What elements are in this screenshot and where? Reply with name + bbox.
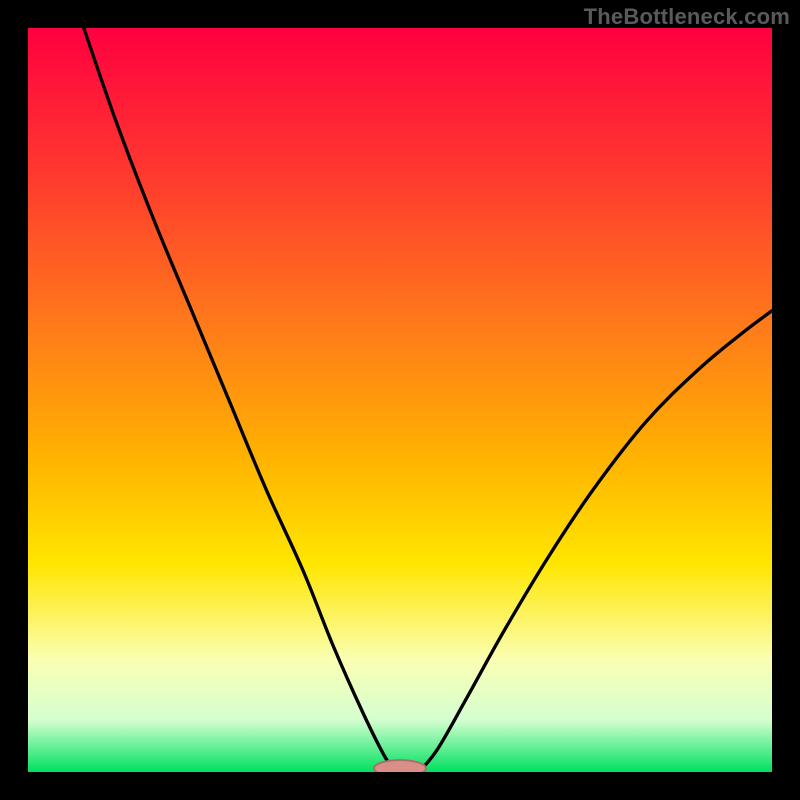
chart-svg	[28, 28, 772, 772]
chart-frame: TheBottleneck.com	[0, 0, 800, 800]
gradient-background	[28, 28, 772, 772]
watermark-text: TheBottleneck.com	[584, 4, 790, 30]
plot-area	[28, 28, 772, 772]
optimum-marker	[374, 760, 426, 772]
